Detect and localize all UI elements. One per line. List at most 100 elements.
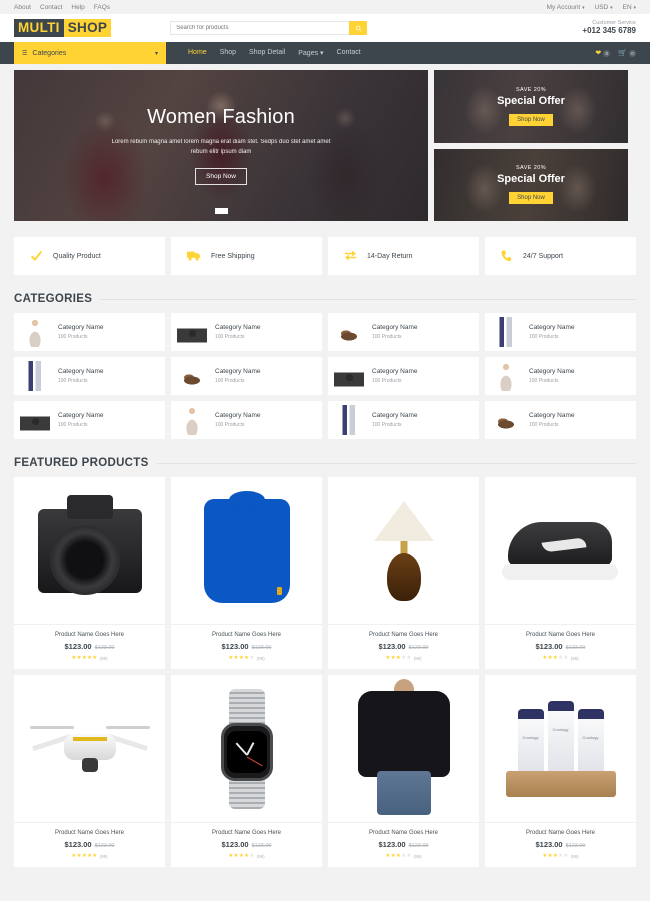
product-card[interactable]: Product Name Goes Here $123.00 $123.00 ★ ★…	[485, 477, 636, 669]
offer-card-1[interactable]: SAVE 20% Special Offer Shop Now	[434, 70, 628, 143]
rating-star: ★	[563, 853, 569, 859]
product-card[interactable]: Curology Curology Curology Product Name Go…	[485, 675, 636, 867]
product-card[interactable]: Product Name Goes Here $123.00 $123.00 ★ ★…	[328, 477, 479, 669]
category-product-count: 100 Products	[372, 334, 402, 340]
category-card[interactable]: Category Name 100 Products	[14, 357, 165, 395]
offer-shop-now-button[interactable]: Shop Now	[509, 192, 553, 205]
offer-shop-now-button[interactable]: Shop Now	[509, 113, 553, 126]
featured-products-title: FEATURED PRODUCTS	[14, 457, 149, 469]
product-info: Product Name Goes Here $123.00 $123.00 ★ ★…	[14, 822, 165, 867]
check-icon	[30, 249, 43, 264]
category-thumbnail	[20, 361, 50, 391]
product-price: $123.00 $123.00	[64, 642, 115, 651]
offer-content: SAVE 20% Special Offer Shop Now	[497, 87, 565, 126]
site-header: MULTISHOP Customer Service +012 345 6789	[0, 14, 650, 42]
categories-grid: Category Name 100 Products Category Name…	[14, 313, 636, 439]
feature-24-7-support: 24/7 Support	[485, 237, 636, 275]
category-name: Category Name	[215, 368, 261, 375]
top-link-about[interactable]: About	[14, 4, 31, 11]
rating-star: ★	[406, 655, 412, 661]
language-dropdown[interactable]: EN ▾	[623, 4, 636, 11]
category-name: Category Name	[372, 412, 418, 419]
product-card[interactable]: Product Name Goes Here $123.00 $123.00 ★ ★…	[171, 675, 322, 867]
product-old-price: $123.00	[251, 645, 272, 651]
product-image-lamp	[364, 495, 444, 607]
category-card[interactable]: Category Name 100 Products	[328, 313, 479, 351]
offer-card-2[interactable]: SAVE 20% Special Offer Shop Now	[434, 148, 628, 221]
product-rating: ★ ★ ★ ★ ★ (99)	[175, 655, 318, 661]
currency-dropdown[interactable]: USD ▾	[595, 4, 613, 11]
product-info: Product Name Goes Here $123.00 $123.00 ★ ★…	[14, 624, 165, 669]
category-card[interactable]: Category Name 100 Products	[171, 357, 322, 395]
hero-carousel-slide[interactable]: Women Fashion Lorem rebum magna amet lor…	[14, 70, 428, 221]
site-logo[interactable]: MULTI SHOP	[14, 19, 112, 37]
my-account-dropdown[interactable]: My Account ▾	[547, 4, 585, 11]
chevron-down-icon: ▾	[582, 4, 585, 11]
category-name: Category Name	[215, 324, 261, 331]
cart-icon: 🛒	[618, 50, 627, 57]
category-product-count: 100 Products	[215, 334, 245, 340]
product-name: Product Name Goes Here	[211, 830, 282, 836]
cart-button[interactable]: 🛒 0	[618, 49, 636, 57]
product-image-shoe	[501, 518, 620, 584]
offer-save-label: SAVE 20%	[515, 86, 546, 93]
top-link-help[interactable]: Help	[71, 4, 84, 11]
category-text: Category Name 100 Products	[529, 368, 575, 384]
category-text: Category Name 100 Products	[372, 368, 418, 384]
page-root: About Contact Help FAQs My Account ▾ USD ▾ …	[0, 0, 650, 867]
category-text: Category Name 100 Products	[215, 412, 261, 428]
product-old-price: $123.00	[94, 843, 115, 849]
category-name: Category Name	[529, 324, 575, 331]
category-card[interactable]: Category Name 100 Products	[171, 401, 322, 439]
hero-shop-now-button[interactable]: Shop Now	[195, 168, 247, 186]
nav-link-home[interactable]: Home	[188, 49, 207, 57]
chevron-down-icon: ▾	[633, 4, 636, 11]
wishlist-button[interactable]: ❤ 0	[595, 49, 611, 57]
category-card[interactable]: Category Name 100 Products	[485, 401, 636, 439]
product-info: Product Name Goes Here $123.00 $123.00 ★ ★…	[485, 624, 636, 669]
product-card[interactable]: Product Name Goes Here $123.00 $123.00 ★ ★…	[171, 477, 322, 669]
search-input[interactable]	[170, 21, 350, 35]
category-card[interactable]: Category Name 100 Products	[171, 313, 322, 351]
product-image-wrap	[171, 477, 322, 624]
category-card[interactable]: Category Name 100 Products	[485, 357, 636, 395]
category-card[interactable]: Category Name 100 Products	[14, 313, 165, 351]
category-name: Category Name	[529, 412, 575, 419]
top-bar: About Contact Help FAQs My Account ▾ USD ▾ …	[0, 0, 650, 14]
product-card[interactable]: Product Name Goes Here $123.00 $123.00 ★ ★…	[14, 675, 165, 867]
product-name: Product Name Goes Here	[54, 632, 125, 638]
top-link-contact[interactable]: Contact	[40, 4, 62, 11]
product-card[interactable]: Product Name Goes Here $123.00 $123.00 ★ ★…	[14, 477, 165, 669]
nav-link-shop[interactable]: Shop	[220, 49, 236, 57]
category-name: Category Name	[58, 324, 104, 331]
category-card[interactable]: Category Name 100 Products	[14, 401, 165, 439]
product-image-wrap	[14, 675, 165, 822]
category-thumbnail	[20, 405, 50, 435]
carousel-indicators[interactable]	[14, 208, 428, 214]
carousel-indicator-active[interactable]	[214, 208, 228, 214]
chevron-down-icon: ▾	[320, 50, 324, 57]
category-product-count: 100 Products	[529, 422, 559, 428]
category-card[interactable]: Category Name 100 Products	[328, 357, 479, 395]
logo-text-primary: MULTI	[14, 19, 64, 37]
product-card[interactable]: Product Name Goes Here $123.00 $123.00 ★ ★…	[328, 675, 479, 867]
nav-link-pages[interactable]: Pages ▾	[298, 49, 323, 57]
top-link-faqs[interactable]: FAQs	[94, 4, 110, 11]
product-image-cream: Curology Curology Curology	[500, 700, 622, 797]
nav-link-shop-detail[interactable]: Shop Detail	[249, 49, 285, 57]
product-image-wrap	[328, 675, 479, 822]
category-card[interactable]: Category Name 100 Products	[328, 401, 479, 439]
product-image-watch	[214, 688, 280, 809]
categories-button-label: Categories	[32, 49, 67, 57]
product-review-count: (99)	[413, 853, 422, 859]
product-review-count: (99)	[99, 853, 108, 859]
product-review-count: (99)	[413, 655, 422, 661]
customer-service: Customer Service +012 345 6789	[582, 20, 636, 37]
rating-star: ★	[249, 655, 255, 661]
categories-dropdown-button[interactable]: ☰ Categories ▾	[14, 42, 166, 64]
category-card[interactable]: Category Name 100 Products	[485, 313, 636, 351]
search-button[interactable]	[349, 21, 368, 35]
heading-divider	[100, 298, 636, 300]
category-text: Category Name 100 Products	[529, 324, 575, 340]
nav-link-contact[interactable]: Contact	[337, 49, 361, 57]
